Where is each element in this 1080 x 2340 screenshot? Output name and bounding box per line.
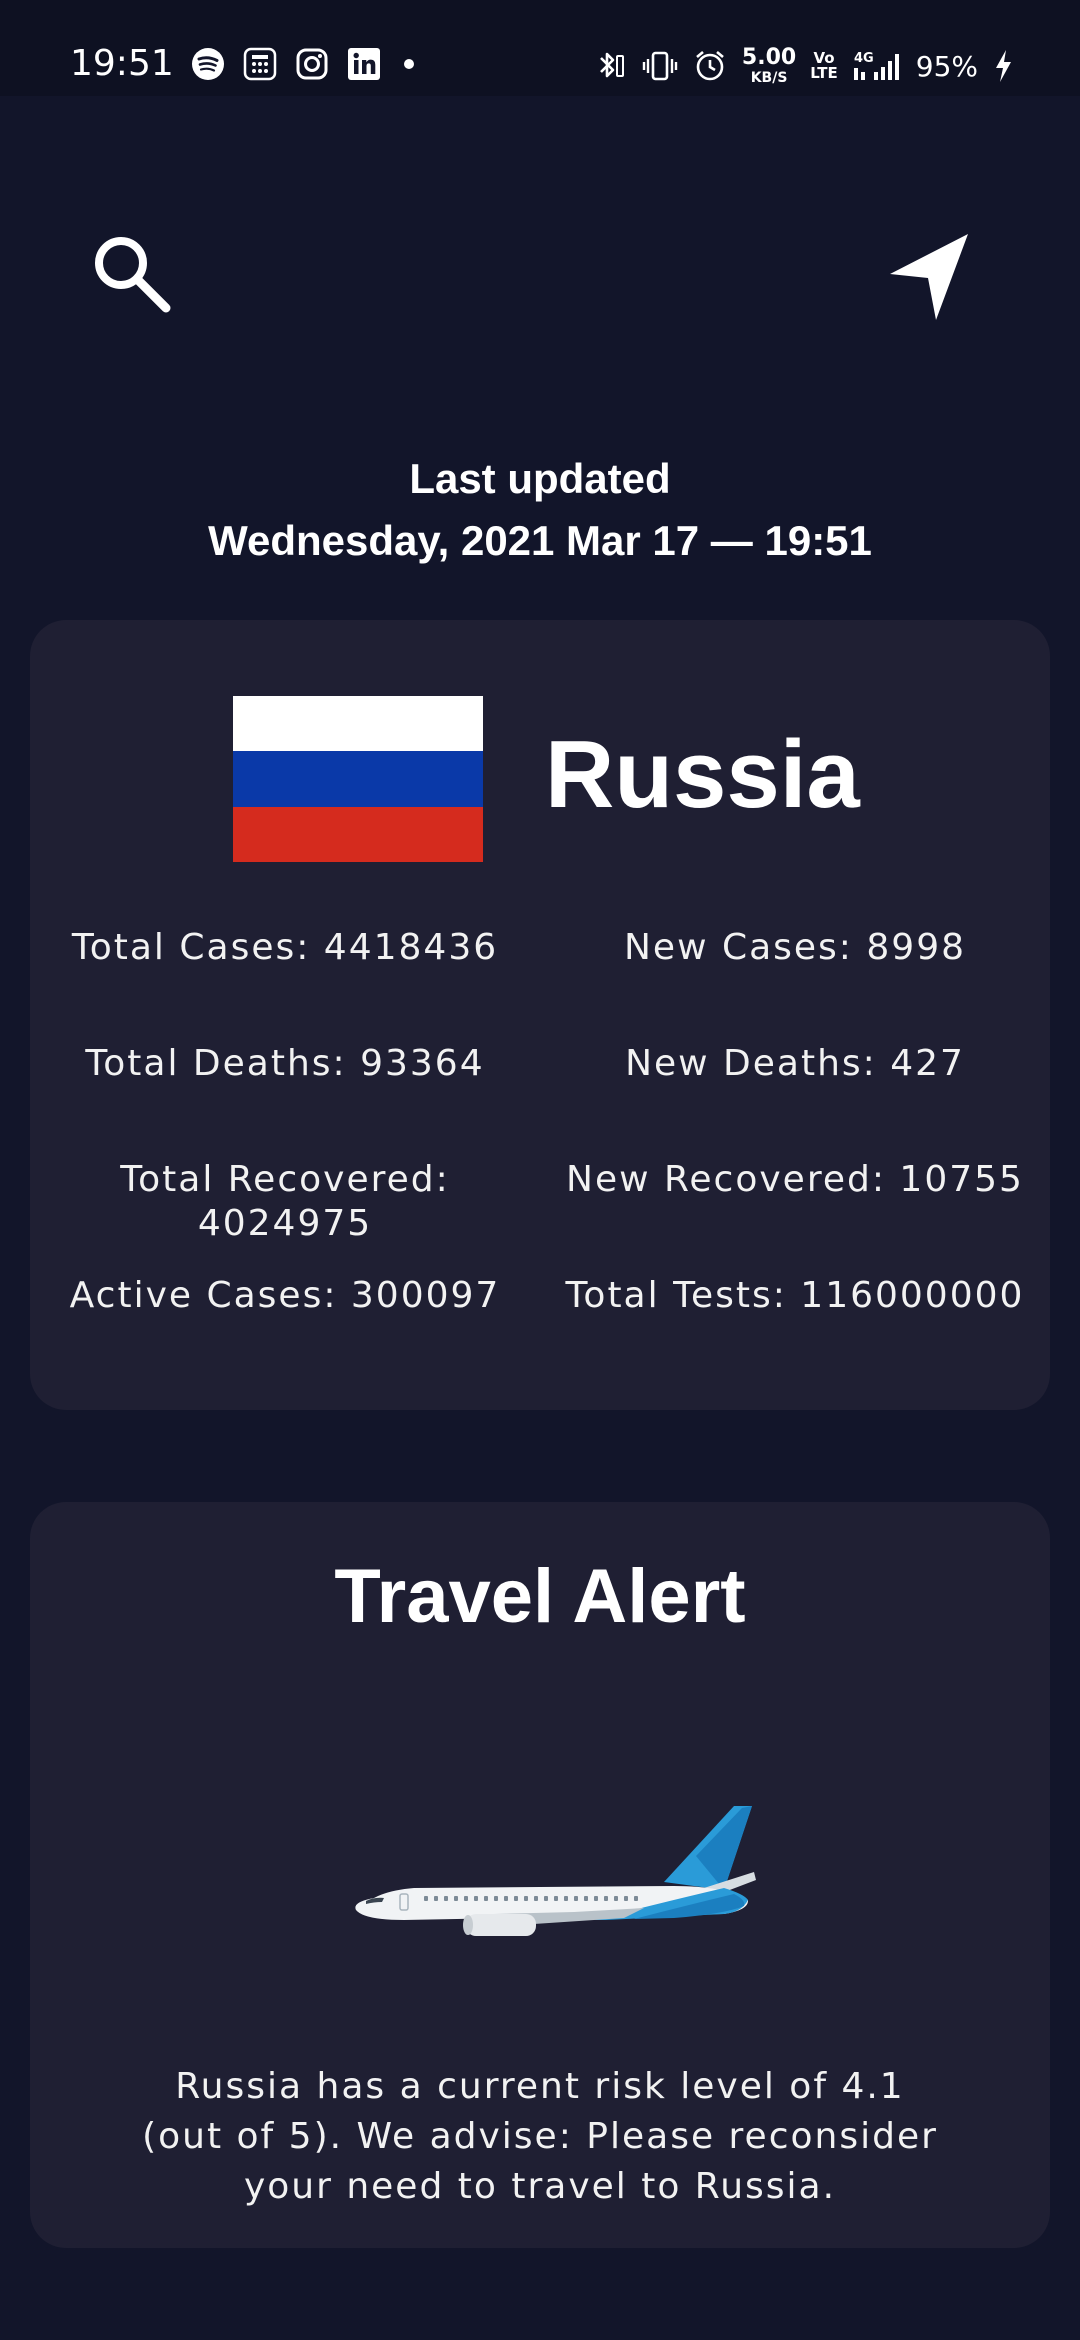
last-updated-value: Wednesday, 2021 Mar 17 — 19:51: [208, 517, 872, 564]
battery-percent: 95%: [915, 49, 978, 83]
status-time: 19:51: [70, 43, 174, 84]
stat-total-tests: Total Tests: 116000000: [565, 1275, 1025, 1316]
status-system-icons: 5.00 KB/S Vo LTE 4G 95%: [592, 44, 1014, 88]
volte-bottom: LTE: [810, 64, 838, 82]
linkedin-icon: [346, 46, 382, 82]
volte-indicator: Vo LTE: [810, 51, 838, 81]
network-speed-value: 5.00: [741, 45, 797, 70]
stat-new-cases: New Cases: 8998: [623, 927, 966, 968]
last-updated: Last updated Wednesday, 2021 Mar 17 — 19…: [0, 448, 1080, 572]
travel-alert-card: Travel Alert Russia has a current risk l…: [30, 1502, 1050, 2248]
signal-icon: 4G: [852, 48, 902, 84]
stat-active-cases: Active Cases: 300097: [69, 1275, 501, 1316]
travel-alert-title: Travel Alert: [334, 1554, 746, 1639]
alarm-icon: [692, 48, 728, 84]
stat-total-cases: Total Cases: 4418436: [71, 927, 499, 968]
spotify-icon: [190, 46, 226, 82]
search-icon: [95, 237, 171, 313]
notification-dot: [404, 59, 414, 69]
charging-icon: [992, 48, 1014, 84]
status-app-icons: [190, 46, 414, 82]
last-updated-label: Last updated: [409, 455, 671, 502]
status-bar: 19:51 5.00 KB/S Vo LTE 4G 95%: [0, 0, 1080, 96]
network-speed-unit: KB/S: [750, 70, 788, 86]
stat-total-recovered: Total Recovered: 4024975: [120, 1159, 450, 1244]
country-name: Russia: [545, 721, 860, 828]
airplane-icon: [344, 1802, 764, 1952]
country-card: Russia Total Cases: 4418436 New Cases: 8…: [30, 620, 1050, 1410]
network-speed: 5.00 KB/S: [741, 45, 797, 86]
travel-alert-message: Russia has a current risk level of 4.1 (…: [142, 2066, 938, 2207]
vibrate-icon: [642, 48, 678, 84]
calculator-icon: [242, 46, 278, 82]
bluetooth-icon: [592, 48, 628, 84]
flag-stripe-blue: [233, 751, 483, 807]
stat-new-recovered: New Recovered: 10755: [566, 1159, 1024, 1200]
signal-label: 4G: [854, 51, 874, 66]
instagram-icon: [294, 46, 330, 82]
flag-stripe-white: [233, 696, 483, 752]
locate-button[interactable]: [884, 228, 984, 328]
stat-new-deaths: New Deaths: 427: [625, 1043, 965, 1084]
country-flag: [233, 696, 483, 862]
navigation-arrow-icon: [890, 234, 968, 320]
search-button[interactable]: [88, 230, 174, 316]
stat-total-deaths: Total Deaths: 93364: [85, 1043, 485, 1084]
flag-stripe-red: [233, 806, 483, 862]
